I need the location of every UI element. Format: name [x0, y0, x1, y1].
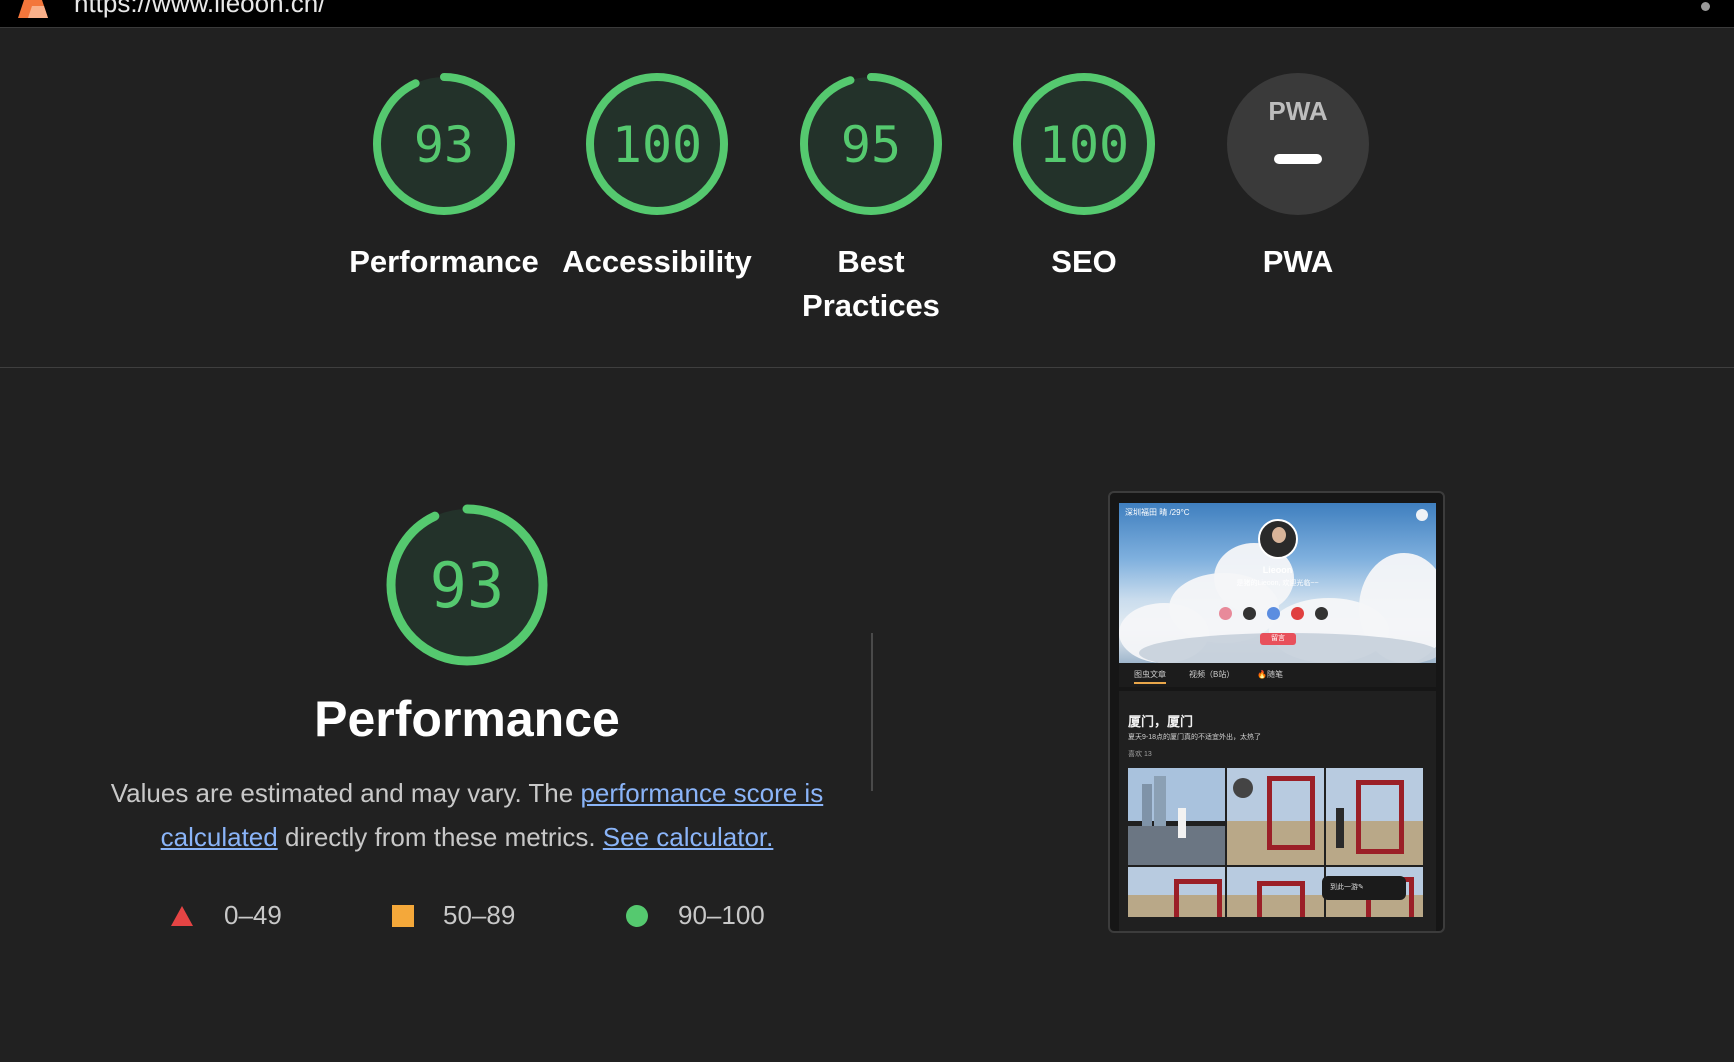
- post-subtitle: 夏天9-18点的厦门真的不适宜外出，太热了: [1128, 734, 1262, 741]
- gauge-ring-performance: 93: [373, 73, 515, 215]
- mail-icon: [1315, 607, 1328, 620]
- legend-range: 0–49: [224, 900, 282, 930]
- screenshot-hero: 深圳福田 晴 /29°C Lieoon 是猪的Lieoon, 欢迎光临~~ 留言: [1119, 503, 1436, 663]
- gauge-ring-accessibility: 100: [586, 73, 728, 215]
- social-icon: [1291, 607, 1304, 620]
- avatar: [1258, 519, 1298, 559]
- fail-triangle-icon: [171, 906, 193, 926]
- post-photo: [1326, 768, 1423, 865]
- gauge-label: SEO: [1051, 244, 1117, 279]
- gauge-label: Accessibility: [562, 244, 752, 279]
- gauge-score: 100: [1039, 116, 1129, 174]
- screenshot-bio: 是猪的Lieoon, 欢迎光临~~: [1236, 580, 1319, 587]
- screenshot-tab: 视频（B站）: [1189, 670, 1235, 679]
- gauge-performance[interactable]: 93 Performance: [349, 70, 539, 284]
- pwa-badge-text: PWA: [1268, 96, 1327, 126]
- url-bar: https://www.lieoon.cn/: [0, 0, 1734, 28]
- legend-range: 50–89: [443, 900, 516, 930]
- gauge-score: 93: [414, 116, 474, 174]
- screenshot-fab: 到此一游✎: [1322, 876, 1406, 900]
- social-icon: [1219, 607, 1232, 620]
- gauge-label: Best Practices: [802, 244, 940, 323]
- performance-score: 93: [430, 549, 505, 622]
- gauge-pwa[interactable]: PWA PWA: [1203, 70, 1393, 284]
- performance-title: Performance: [314, 691, 620, 747]
- legend-range: 90–100: [678, 900, 765, 930]
- see-calculator-link[interactable]: See calculator.: [603, 822, 774, 852]
- post-photo: [1227, 768, 1324, 865]
- average-square-icon: [392, 905, 414, 927]
- post-photo: [1128, 768, 1225, 865]
- performance-gauge-large: 93: [384, 502, 550, 673]
- desc-text-1: Values are estimated and may vary. The: [110, 778, 581, 808]
- moon-icon: [1416, 509, 1428, 521]
- social-icon: [1267, 607, 1280, 620]
- gauge-seo[interactable]: 100 SEO: [989, 70, 1179, 284]
- screenshot-weather: 深圳福田 晴 /29°C: [1125, 508, 1190, 517]
- desc-text-2: directly from these metrics.: [277, 822, 603, 852]
- post-photo: [1128, 867, 1225, 917]
- gauge-label: PWA: [1262, 244, 1334, 279]
- pwa-badge-icon: PWA: [1227, 73, 1369, 215]
- gauge-accessibility[interactable]: 100 Accessibility: [562, 70, 752, 284]
- tab-underline: [1134, 682, 1166, 684]
- gauge-score: 95: [841, 116, 901, 174]
- vertical-separator: [871, 633, 873, 791]
- gauge-best-practices[interactable]: 95 Best Practices: [776, 70, 966, 328]
- performance-gauge-ring: 93: [386, 504, 548, 666]
- gauge-ring-seo: 100: [1013, 73, 1155, 215]
- screenshot-tab: 🔥随笔: [1257, 670, 1283, 679]
- screenshot-tab: 图虫文章: [1134, 670, 1166, 679]
- screenshot-name: Lieoon: [1262, 565, 1293, 575]
- post-photo: [1227, 867, 1324, 917]
- screenshot-message-button: 留言: [1260, 633, 1296, 645]
- final-screenshot-thumbnail[interactable]: 深圳福田 晴 /29°C Lieoon 是猪的Lieoon, 欢迎光临~~ 留言…: [1108, 491, 1445, 933]
- gauge-ring-best-practices: 95: [800, 73, 942, 215]
- pass-circle-icon: [626, 905, 648, 927]
- post-likes: 喜欢 13: [1128, 751, 1152, 758]
- lighthouse-logo-icon: [18, 0, 48, 18]
- github-icon: [1243, 607, 1256, 620]
- page-url[interactable]: https://www.lieoon.cn/: [74, 0, 325, 18]
- gauge-label: Performance: [349, 244, 539, 279]
- section-divider: [0, 367, 1734, 368]
- menu-dots-icon[interactable]: [1701, 2, 1710, 11]
- screenshot-tabs: 图虫文章 视频（B站） 🔥随笔: [1119, 663, 1436, 687]
- gauge-score: 100: [612, 116, 702, 174]
- performance-description: Values are estimated and may vary. The p…: [100, 771, 834, 859]
- post-title: 厦门，厦门: [1128, 714, 1194, 729]
